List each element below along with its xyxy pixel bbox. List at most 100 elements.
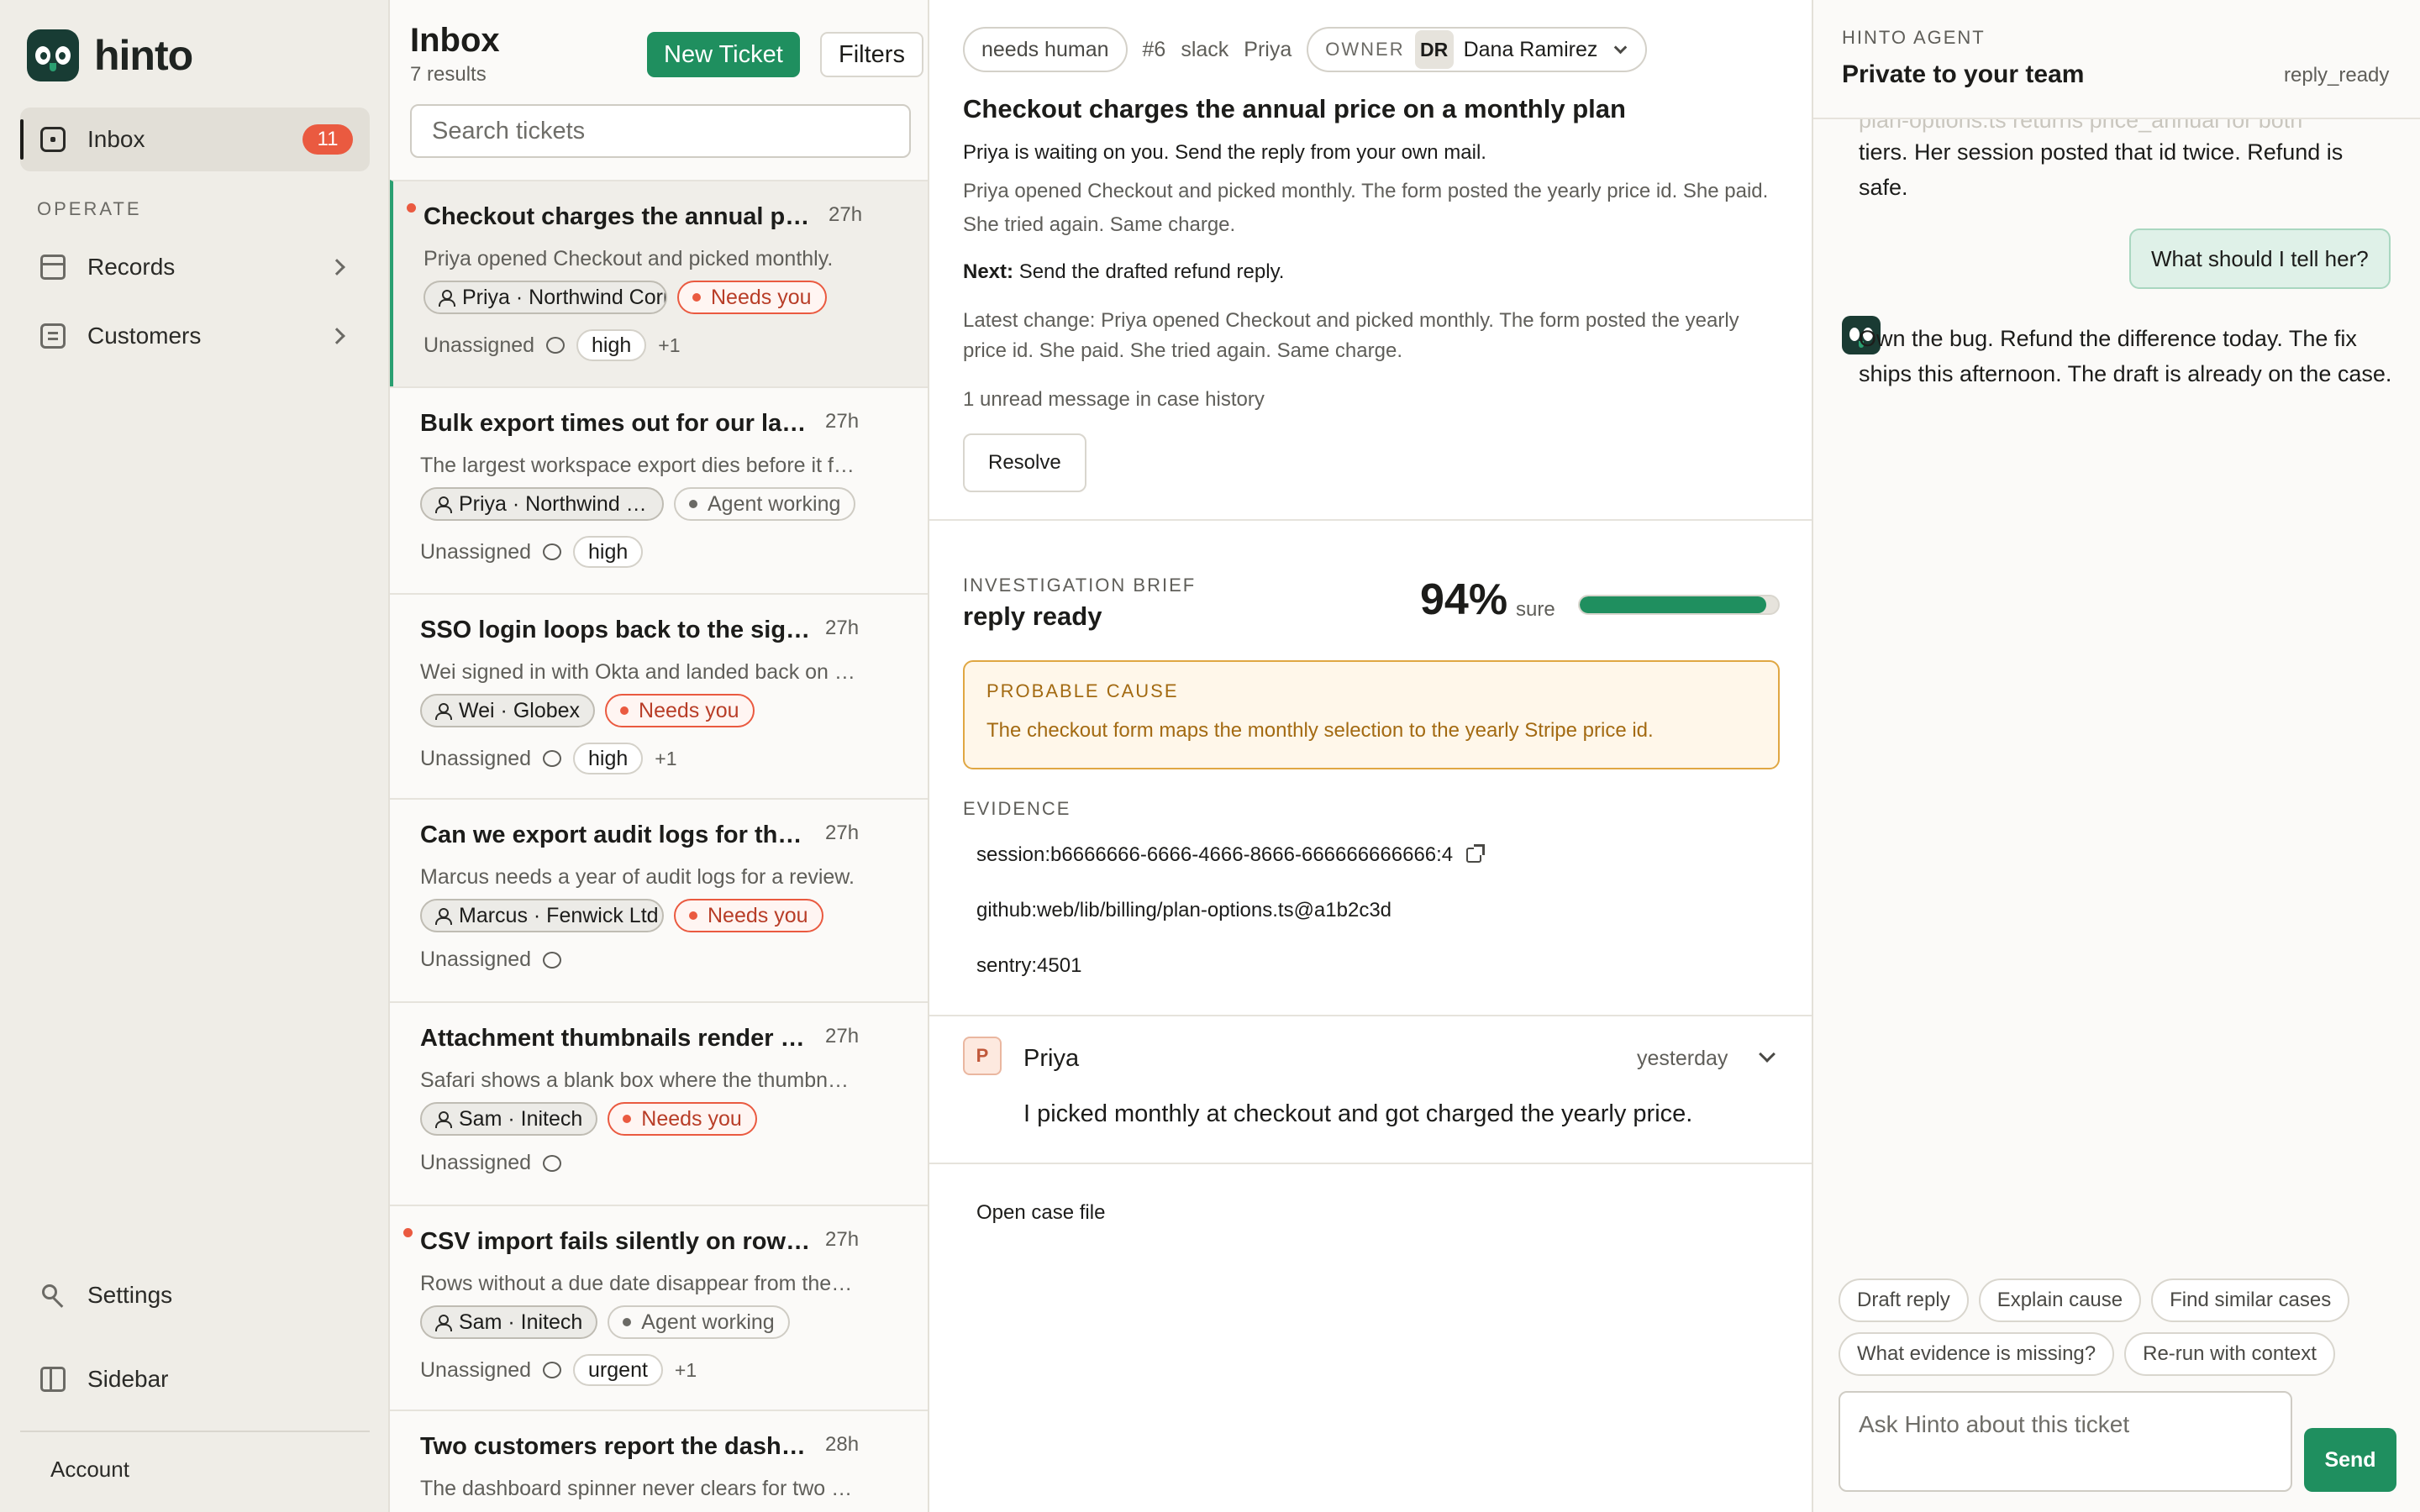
owner-name: Dana Ramirez [1463, 37, 1598, 61]
sidebar-item-sidebar-toggle[interactable]: Sidebar [20, 1347, 370, 1411]
suggestion-chip[interactable]: Find similar cases [2151, 1278, 2350, 1322]
search-input[interactable] [410, 104, 911, 158]
chevron-down-icon[interactable] [1759, 1046, 1776, 1063]
chevron-down-icon [1614, 40, 1628, 54]
comment-icon [543, 543, 562, 560]
sidebar-divider [20, 1431, 370, 1432]
next-step: Next: Send the drafted refund reply. [963, 260, 1284, 284]
status-badge: Agent working [608, 1305, 790, 1339]
evidence-item[interactable]: session:b6666666-6666-4666-8666-66666666… [976, 843, 1486, 867]
open-case-file-link[interactable]: Open case file [976, 1201, 1105, 1225]
sidebar-item-settings[interactable]: Settings [20, 1263, 370, 1327]
owner-select[interactable]: OWNER DR Dana Ramirez [1307, 27, 1648, 72]
agent-state: reply_ready [2284, 64, 2390, 87]
sidebar-item-label: Customers [87, 323, 202, 349]
ticket-header-meta: needs human #6 slack Priya OWNER DR Dana… [963, 27, 1648, 72]
suggestion-chip[interactable]: Re-run with context [2124, 1332, 2335, 1376]
send-button[interactable]: Send [2304, 1428, 2396, 1492]
probable-cause-box: PROBABLE CAUSE The checkout form maps th… [963, 660, 1780, 769]
suggestion-chip[interactable]: Draft reply [1839, 1278, 1969, 1322]
priority-chip: urgent [573, 1354, 663, 1386]
comment-icon [543, 1362, 562, 1378]
ticket-preview: The dashboard spinner never clears for t… [420, 1477, 857, 1500]
person-icon [439, 290, 455, 307]
suggestion-chip[interactable]: Explain cause [1978, 1278, 2142, 1322]
sidebar-item-label: Settings [87, 1282, 173, 1308]
customer-name: Priya · Northwind Corp [459, 491, 649, 516]
customer-chip[interactable]: Priya · Northwind Corp [424, 281, 667, 314]
unread-dot [407, 203, 416, 213]
next-step-text: Send the drafted refund reply. [1018, 260, 1285, 283]
sidebar-item-records[interactable]: Records [20, 235, 370, 299]
customer-name: Marcus · Fenwick Ltd [459, 903, 659, 927]
waiting-notice: Priya is waiting on you. Send the reply … [963, 141, 1486, 164]
ticket-detail-panel: needs human #6 slack Priya OWNER DR Dana… [929, 0, 1813, 1512]
evidence-item[interactable]: github:web/lib/billing/plan-options.ts@a… [976, 899, 1392, 922]
assignee-label: Unassigned [420, 1151, 532, 1174]
agent-message: Own the bug. Refund the difference today… [1859, 326, 2392, 386]
customer-chip[interactable]: Marcus · Fenwick Ltd [420, 899, 664, 932]
user-message: What should I tell her? [2129, 228, 2391, 289]
more-tags-count: +1 [674, 1358, 697, 1381]
brand[interactable]: hinto [27, 29, 193, 82]
status-pill[interactable]: needs human [963, 27, 1128, 72]
latest-change: Latest change: Priya opened Checkout and… [963, 309, 1739, 362]
next-step-label: Next: [963, 260, 1014, 283]
resolve-button[interactable]: Resolve [963, 433, 1086, 492]
customer-chip[interactable]: Wei · Globex [420, 694, 596, 727]
sidebar-item-inbox[interactable]: Inbox 11 [20, 108, 370, 171]
ask-agent-input[interactable] [1839, 1391, 2292, 1492]
account-link[interactable]: Account [50, 1457, 129, 1483]
suggestion-chip[interactable]: What evidence is missing? [1839, 1332, 2115, 1376]
ticket-row[interactable]: Can we export audit logs for the last ye… [390, 798, 928, 1001]
assignee-label: Unassigned [424, 333, 535, 357]
assignee-label: Unassigned [420, 1357, 532, 1382]
customer-name: Wei · Globex [459, 698, 581, 722]
ticket-row[interactable]: CSV import fails silently on rows withou… [390, 1205, 928, 1410]
assignee-label: Unassigned [420, 539, 532, 564]
customer-chip[interactable]: Priya · Northwind Corp [420, 487, 664, 521]
ticket-row[interactable]: Two customers report the dashboard spinn… [390, 1410, 928, 1512]
ticket-list-panel: Inbox 7 results New Ticket Filters Check… [390, 0, 929, 1512]
confidence-value: 94% [1420, 575, 1508, 624]
customer-chip[interactable]: Sam · Initech [420, 1305, 598, 1339]
customer-name: Sam · Initech [459, 1310, 583, 1334]
person-icon [435, 908, 452, 925]
agent-kicker: HINTO AGENT [1842, 27, 1986, 48]
evidence-item[interactable]: sentry:4501 [976, 954, 1081, 978]
status-badge: Needs you [674, 899, 823, 932]
ticket-age: 27h [825, 1228, 860, 1251]
ticket-row[interactable]: SSO login loops back to the sign-in page… [390, 593, 928, 800]
cause-text: The checkout form maps the monthly selec… [986, 719, 1654, 742]
new-ticket-button[interactable]: New Ticket [647, 32, 800, 77]
ticket-row[interactable]: Checkout charges the annual price on a m… [390, 180, 928, 386]
person-icon [435, 496, 452, 513]
status-badge: Agent working [674, 487, 856, 521]
external-link-icon[interactable] [1466, 844, 1486, 863]
ticket-age: 27h [825, 410, 860, 433]
ticket-age: 27h [825, 617, 860, 639]
wrench-icon [40, 1283, 66, 1308]
suggestion-row: What evidence is missing? Re-run with co… [1839, 1332, 2335, 1376]
ticket-age: 27h [829, 203, 863, 226]
sidebar-item-customers[interactable]: Customers [20, 304, 370, 368]
filters-button[interactable]: Filters [820, 32, 923, 77]
ticket-row[interactable]: Attachment thumbnails render blank in Sa… [390, 1001, 928, 1205]
ticket-age: 27h [825, 1025, 860, 1047]
priority-chip: high [573, 536, 644, 568]
ticket-age: 28h [825, 1433, 860, 1456]
ticket-title: Can we export audit logs for the last ye… [420, 822, 815, 848]
brief-status: reply ready [963, 601, 1102, 631]
person-icon [435, 1315, 452, 1331]
message-time: yesterday [1637, 1047, 1728, 1070]
ticket-preview: Rows without a due date disappear from t… [420, 1272, 857, 1295]
ticket-title: SSO login loops back to the sign-in page [420, 617, 815, 643]
ticket-description: Priya opened Checkout and picked monthly… [963, 180, 1769, 236]
customer-chip[interactable]: Sam · Initech [420, 1102, 598, 1136]
ticket-row[interactable]: Bulk export times out for our largest wo… [390, 386, 928, 593]
confidence-word: sure [1516, 598, 1555, 621]
inbox-count-badge: 11 [302, 124, 353, 155]
assignee-label: Unassigned [420, 746, 532, 770]
comment-icon [546, 337, 566, 354]
message-body: I picked monthly at checkout and got cha… [1023, 1100, 1693, 1127]
